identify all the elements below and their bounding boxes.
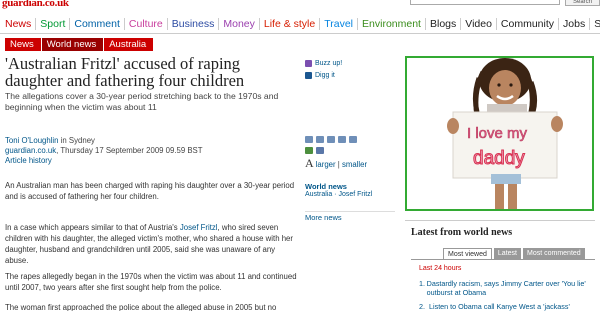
breadcrumb-australia[interactable]: Australia (104, 38, 154, 51)
article-headline: 'Australian Fritzl' accused of raping da… (5, 54, 245, 90)
font-size-icon: A (305, 156, 314, 170)
section-nav: News Sport Comment Culture Business Money Life… (0, 14, 600, 34)
nav-business[interactable]: Business (168, 17, 220, 30)
nav-blogs[interactable]: Blogs (426, 17, 462, 30)
yahoo-buzz-icon (305, 59, 312, 67)
source-link[interactable]: guardian.co.uk (5, 146, 56, 155)
right-eye (509, 83, 513, 87)
digg-link[interactable]: Digg it (305, 69, 400, 81)
byline: Toni O'Loughlin in Sydney guardian.co.uk… (5, 136, 285, 166)
bookmark-icon[interactable] (349, 136, 357, 143)
clip-icon[interactable] (338, 136, 346, 143)
share-icon[interactable] (327, 136, 335, 143)
list-item-number: 1. (419, 279, 425, 288)
digg-label: Digg it (315, 71, 335, 79)
search-input[interactable] (410, 0, 560, 5)
paragraph-1: An Australian man has been charged with … (5, 181, 295, 201)
larger-text-link[interactable]: larger (316, 160, 336, 169)
print-icon[interactable] (305, 136, 313, 143)
author-location: in Sydney (60, 136, 95, 145)
right-hand (551, 116, 563, 132)
email-icon[interactable] (316, 136, 324, 143)
shorts-shape (491, 174, 521, 184)
digg-icon (305, 71, 312, 79)
list-item-link[interactable]: Dastardly racism, says Jimmy Carter over… (427, 279, 595, 297)
article-standfirst: The allegations cover a 30-year period s… (5, 91, 279, 112)
nav-money[interactable]: Money (219, 17, 260, 30)
top-strip: guardian.co.uk Search (0, 0, 600, 10)
nav-comment[interactable]: Comment (70, 17, 125, 30)
list-item-link[interactable]: Listen to Obama call Kanye West a 'jacka… (429, 302, 570, 311)
publish-date: , Thursday 17 September 2009 09.59 BST (56, 146, 203, 155)
font-size-control: Alarger | smaller (305, 156, 367, 171)
nav-community[interactable]: Community (497, 17, 560, 30)
search-button[interactable]: Search (565, 0, 600, 6)
contact-icon[interactable] (316, 147, 324, 154)
more-news-link[interactable]: More news (305, 211, 395, 222)
paragraph-3: The rapes allegedly began in the 1970s w… (5, 272, 297, 292)
left-hand (447, 118, 459, 134)
nav-environment[interactable]: Environment (358, 17, 426, 30)
breadcrumb-world-news[interactable]: World news (41, 38, 104, 51)
nav-life-style[interactable]: Life & style (260, 17, 321, 30)
breadcrumb-news[interactable]: News (5, 38, 41, 51)
article-history-link[interactable]: Article history (5, 156, 285, 166)
paragraph-4: The woman first approached the police ab… (5, 303, 277, 311)
paragraph-2: In a case which appears similar to that … (5, 222, 300, 266)
article-tools (305, 136, 357, 143)
sign-text-line-1: I love my (467, 125, 528, 142)
related-items: Australia · Josef Fritzl (305, 191, 372, 198)
nav-travel[interactable]: Travel (320, 17, 359, 30)
buzz-up-link[interactable]: Buzz up! (305, 57, 400, 69)
article-tools-2 (305, 147, 324, 154)
related-heading[interactable]: World news (305, 182, 347, 191)
article-photo: I love my daddy (405, 56, 594, 211)
nav-jobs[interactable]: Jobs (559, 17, 591, 30)
smaller-text-link[interactable]: smaller (342, 160, 367, 169)
site-logo[interactable]: guardian.co.uk (2, 0, 69, 9)
last-24-hours-label: Last 24 hours (419, 265, 462, 272)
face-shape (489, 70, 521, 106)
josef-fritzl-link[interactable]: Josef Fritzl (180, 223, 218, 232)
list-item[interactable]: 2. Listen to Obama call Kanye West a 'ja… (419, 302, 595, 311)
sign-text-line-2: daddy (473, 148, 525, 169)
author-link[interactable]: Toni O'Loughlin (5, 136, 59, 145)
nav-sport[interactable]: Sport (36, 17, 71, 30)
paragraph-2-text-a: In a case which appears similar to that … (5, 223, 180, 232)
nav-video[interactable]: Video (461, 17, 497, 30)
breadcrumb: News World news Australia (5, 38, 154, 51)
related-australia-link[interactable]: Australia (305, 191, 332, 198)
tabs-divider (411, 259, 595, 260)
nav-news[interactable]: News (3, 17, 37, 30)
left-eye (497, 83, 501, 87)
most-viewed-list: 1. Dastardly racism, says Jimmy Carter o… (419, 279, 595, 311)
share-links: Buzz up! Digg it (305, 57, 400, 81)
list-item[interactable]: 1. Dastardly racism, says Jimmy Carter o… (419, 279, 595, 297)
child-with-sign-illustration: I love my daddy (447, 58, 563, 209)
list-item-number: 2. (419, 302, 425, 311)
feed-icon[interactable] (305, 147, 313, 154)
world-news-box: Latest from world news Most viewed Lates… (405, 220, 595, 311)
buzz-up-label: Buzz up! (315, 59, 343, 67)
nav-shop[interactable]: Shop (590, 18, 600, 30)
world-news-title: Latest from world news (411, 227, 513, 238)
nav-culture[interactable]: Culture (125, 17, 168, 30)
related-josef-fritzl-link[interactable]: Josef Fritzl (338, 191, 372, 198)
